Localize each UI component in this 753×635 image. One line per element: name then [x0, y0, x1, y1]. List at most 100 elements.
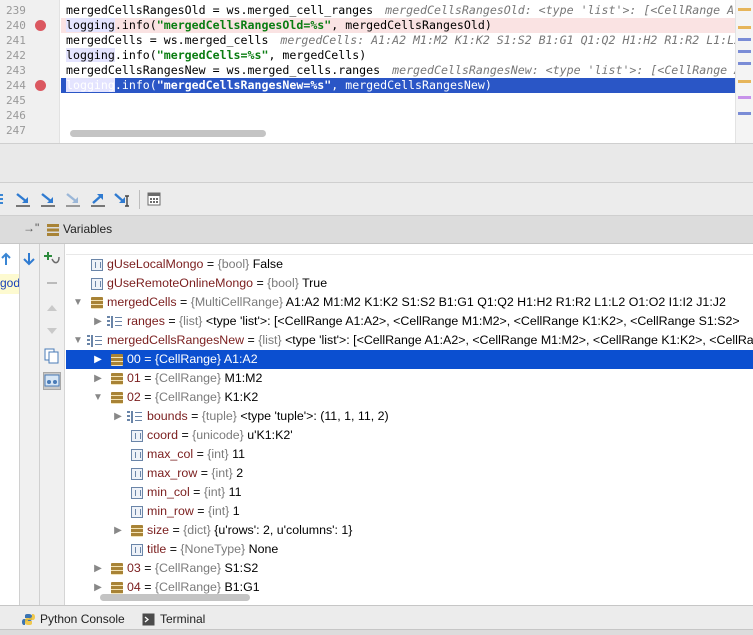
field-icon — [131, 506, 143, 518]
show-execution-point-button[interactable] — [0, 189, 12, 209]
stripe-mark[interactable] — [738, 8, 751, 11]
code-line[interactable]: logging.info("mergedCellsRangesNew=%s", … — [61, 78, 735, 93]
expand-arrow-icon[interactable]: ▶ — [112, 521, 124, 540]
expand-arrow-icon[interactable]: ▶ — [112, 407, 124, 426]
variable-row[interactable]: ▼ mergedCellsRangesNew = {list} <type 'li… — [66, 331, 753, 350]
step-into-my-code-button[interactable] — [63, 189, 83, 209]
list-icon — [127, 411, 142, 423]
variable-row[interactable]: ▶ size = {dict} {u'rows': 2, u'columns': … — [66, 521, 753, 540]
expand-arrow-icon[interactable]: ▶ — [92, 350, 104, 369]
variable-row[interactable]: title = {NoneType} None — [66, 540, 753, 559]
gutter-line[interactable]: 245 — [0, 93, 60, 108]
variable-row[interactable]: ▶ 01 = {CellRange} M1:M2 — [66, 369, 753, 388]
expand-arrow-icon[interactable]: ▶ — [92, 559, 104, 578]
expand-arrow-icon[interactable]: ▶ — [92, 312, 104, 331]
line-number: 242 — [6, 49, 26, 62]
object-icon — [111, 373, 123, 385]
breakpoint-icon[interactable] — [35, 20, 46, 31]
show-watches-button[interactable] — [43, 372, 61, 390]
new-watch-button[interactable] — [43, 249, 61, 267]
code-area[interactable]: mergedCellsRangesOld = ws.merged_cell_ra… — [61, 0, 735, 143]
variable-row[interactable]: ▶ 04 = {CellRange} B1:G1 — [66, 578, 753, 594]
run-to-cursor-button[interactable] — [113, 189, 133, 209]
gutter-line[interactable]: 242 — [0, 48, 60, 63]
frame-up-icon[interactable] — [0, 252, 12, 271]
breakpoint-icon[interactable] — [35, 80, 46, 91]
gutter-line[interactable]: 247 — [0, 123, 60, 138]
editor-error-stripe[interactable] — [735, 0, 753, 143]
variable-row[interactable]: coord = {unicode} u'K1:K2' — [66, 426, 753, 445]
variable-name: mergedCellsRangesNew — [107, 333, 245, 347]
frame-down-button[interactable] — [20, 250, 38, 268]
code-line[interactable]: mergedCellsRangesNew = ws.merged_cells.r… — [61, 63, 735, 78]
editor-gutter[interactable]: 239 240 241 242 243 244 245 246 247 — [0, 0, 60, 143]
gutter-line[interactable]: 239 — [0, 3, 60, 18]
variable-row[interactable]: ▼ mergedCells = {MultiCellRange} A1:A2 M1… — [66, 293, 753, 312]
line-number: 247 — [6, 124, 26, 137]
collapse-arrow-icon[interactable]: ▼ — [72, 293, 84, 312]
code-line[interactable]: mergedCells = ws.merged_cells mergedCells… — [61, 33, 735, 48]
remove-watch-button[interactable] — [43, 274, 61, 292]
code-line[interactable] — [61, 93, 735, 108]
variables-title[interactable]: Variables — [63, 222, 112, 236]
variables-tree[interactable]: gUseLocalMongo = {bool} False gUseRemoteO… — [66, 244, 753, 594]
expand-arrow-icon — [112, 540, 124, 559]
code-line[interactable]: mergedCellsRangesOld = ws.merged_cell_ra… — [61, 3, 735, 18]
evaluate-expression-button[interactable] — [144, 189, 164, 209]
variable-row[interactable]: gUseRemoteOnlineMongo = {bool} True — [66, 274, 753, 293]
variable-text: gUseLocalMongo = {bool} False — [107, 257, 284, 271]
stripe-mark[interactable] — [738, 112, 751, 115]
variable-row[interactable]: ▶ ranges = {list} <type 'list'>: [<CellRa… — [66, 312, 753, 331]
stripe-mark[interactable] — [738, 96, 751, 99]
expand-arrow-icon[interactable]: ▶ — [92, 369, 104, 388]
variable-value: 1 — [232, 504, 240, 518]
panel-splitter[interactable] — [0, 143, 753, 183]
variable-row[interactable]: gUseLocalMongo = {bool} False — [66, 255, 753, 274]
step-over-button[interactable] — [13, 189, 33, 209]
list-icon — [87, 335, 102, 347]
frames-list[interactable]: godb.p — [0, 244, 20, 605]
tree-row-clipped[interactable] — [66, 244, 753, 255]
variable-row[interactable]: ▶ bounds = {tuple} <type 'tuple'>: (11, 1… — [66, 407, 753, 426]
variable-type: {unicode} — [192, 428, 244, 442]
variable-row[interactable]: max_col = {int} 11 — [66, 445, 753, 464]
code-editor[interactable]: 239 240 241 242 243 244 245 246 247 mergedCellsR… — [0, 0, 753, 143]
gutter-line[interactable]: 241 — [0, 33, 60, 48]
copy-button[interactable] — [43, 347, 61, 365]
code-text: mergedCellsRangesOld = ws.merged_cell_ra… — [66, 3, 374, 17]
object-icon — [111, 354, 123, 366]
step-out-button[interactable] — [88, 189, 108, 209]
variable-row[interactable]: ▶ 00 = {CellRange} A1:A2 — [66, 350, 753, 369]
line-number: 239 — [6, 4, 26, 17]
collapse-arrow-icon[interactable]: ▼ — [72, 331, 84, 350]
code-line[interactable] — [61, 108, 735, 123]
gutter-line[interactable]: 240 — [0, 18, 60, 33]
variable-row[interactable]: min_col = {int} 11 — [66, 483, 753, 502]
stripe-mark[interactable] — [738, 38, 751, 41]
stripe-mark[interactable] — [738, 62, 751, 65]
variable-row[interactable]: ▼ 02 = {CellRange} K1:K2 — [66, 388, 753, 407]
expand-arrow-icon[interactable]: ▶ — [92, 578, 104, 594]
move-down-button[interactable] — [43, 322, 61, 340]
line-number: 240 — [6, 19, 26, 32]
variable-row[interactable]: max_row = {int} 2 — [66, 464, 753, 483]
collapse-arrow-icon[interactable]: ▼ — [92, 388, 104, 407]
gutter-line[interactable]: 244 — [0, 78, 60, 93]
move-up-button[interactable] — [43, 299, 61, 317]
stripe-mark[interactable] — [738, 50, 751, 53]
variable-type: {bool} — [267, 276, 299, 290]
stripe-mark[interactable] — [738, 80, 751, 83]
frame-label[interactable]: godb.p — [0, 276, 19, 290]
variables-horizontal-scrollbar[interactable] — [100, 594, 250, 601]
pin-icon[interactable]: →" — [23, 221, 39, 235]
code-line[interactable]: logging.info("mergedCells=%s", mergedCel… — [61, 48, 735, 63]
gutter-line[interactable]: 246 — [0, 108, 60, 123]
stripe-mark[interactable] — [738, 26, 751, 29]
triangle-down-icon — [47, 328, 57, 334]
editor-horizontal-scrollbar[interactable] — [70, 130, 266, 137]
variable-row[interactable]: min_row = {int} 1 — [66, 502, 753, 521]
step-into-button[interactable] — [38, 189, 58, 209]
variable-row[interactable]: ▶ 03 = {CellRange} S1:S2 — [66, 559, 753, 578]
code-line[interactable]: logging.info("mergedCellsRangesOld=%s", … — [61, 18, 735, 33]
gutter-line[interactable]: 243 — [0, 63, 60, 78]
